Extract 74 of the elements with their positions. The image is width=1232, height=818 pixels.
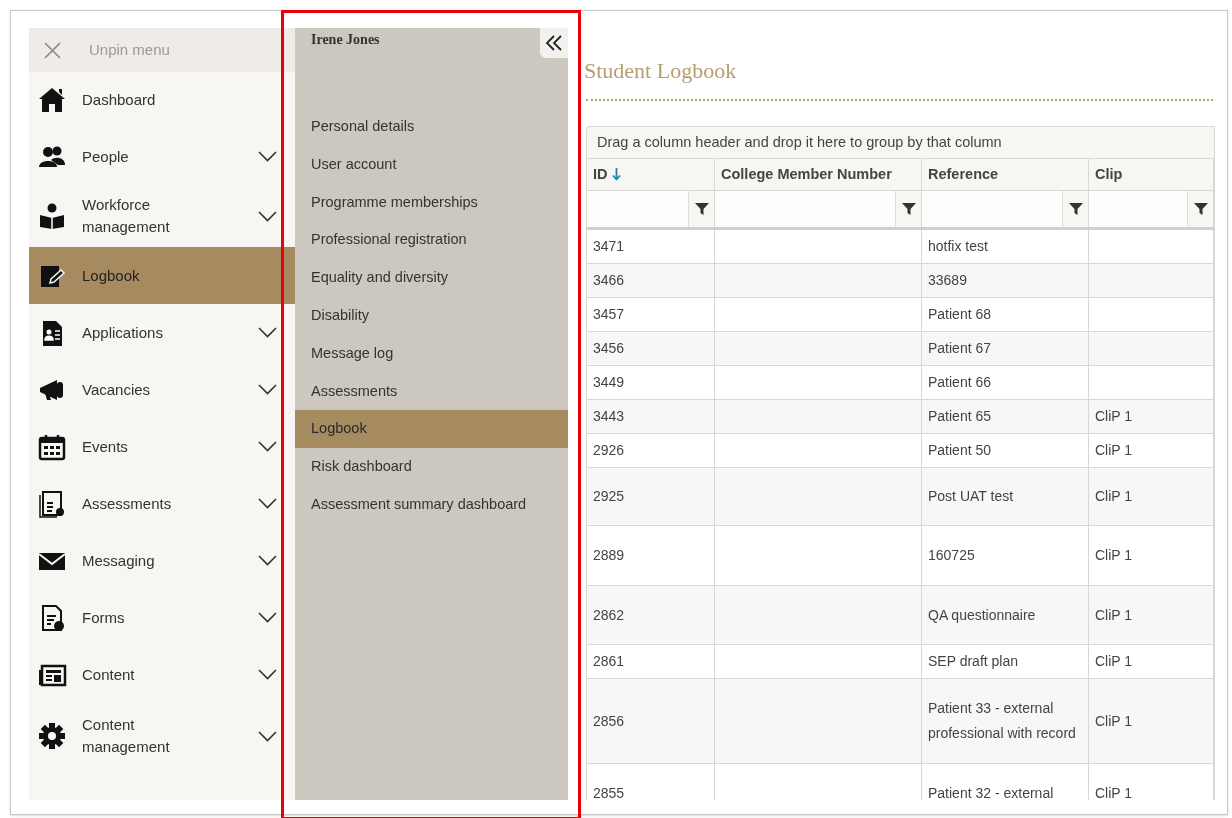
table-cell-text: CliP 1 bbox=[1095, 487, 1133, 506]
double-chevron-left-icon bbox=[545, 35, 563, 51]
filter-icon bbox=[901, 202, 916, 216]
table-cell-text: 3449 bbox=[593, 373, 625, 392]
submenu-item[interactable]: Personal details bbox=[295, 108, 568, 146]
table-cell-text: CliP 1 bbox=[1095, 605, 1133, 625]
table-cell-text: 2855 bbox=[593, 784, 625, 800]
table-cell-text: Patient 65 bbox=[928, 407, 992, 426]
home-icon bbox=[37, 85, 67, 115]
page-title: Student Logbook bbox=[584, 57, 738, 85]
table-cell-text: CliP 1 bbox=[1095, 546, 1133, 565]
submenu-item[interactable]: Risk dashboard bbox=[295, 448, 568, 486]
table-cell-text: 3466 bbox=[593, 271, 625, 290]
chevron-down-icon[interactable] bbox=[258, 498, 277, 509]
submenu-item[interactable]: Programme memberships bbox=[295, 183, 568, 222]
table-cell-text: SEP draft plan bbox=[928, 652, 1019, 671]
collapse-button[interactable] bbox=[540, 28, 568, 58]
settings-icon bbox=[37, 721, 67, 751]
table-cell-text: 3456 bbox=[593, 339, 625, 358]
submenu-item[interactable]: User account bbox=[295, 145, 568, 184]
graded-sheet-icon bbox=[37, 488, 67, 519]
table-cell-text: 3457 bbox=[593, 305, 625, 324]
table-cell-text: QA questionnaire bbox=[928, 605, 1036, 625]
table-cell-text: Post UAT test bbox=[928, 487, 1014, 506]
reader-icon bbox=[37, 201, 67, 231]
filter-icon bbox=[1193, 202, 1208, 216]
table-cell-text: CliP 1 bbox=[1095, 407, 1133, 426]
table-cell-text: 3471 bbox=[593, 237, 625, 256]
submenu-item[interactable]: Professional registration bbox=[295, 221, 568, 260]
chevron-down-icon[interactable] bbox=[258, 327, 277, 338]
table-cell-text: Patient 50 bbox=[928, 441, 992, 460]
chevron-down-icon[interactable] bbox=[258, 384, 277, 395]
table-cell-text: Patient 33 - external professional with record bbox=[928, 699, 1077, 743]
chevron-down-icon[interactable] bbox=[258, 730, 277, 742]
table-cell-text: hotfix test bbox=[928, 237, 988, 256]
table-cell-text: CliP 1 bbox=[1095, 784, 1133, 800]
filter-button[interactable] bbox=[895, 191, 921, 227]
table-cell-text: 2862 bbox=[593, 605, 625, 625]
table-cell-text: 2926 bbox=[593, 441, 625, 460]
submenu-item[interactable]: Equality and diversity bbox=[295, 259, 568, 297]
chevron-down-icon[interactable] bbox=[258, 441, 277, 452]
table-cell-text: 2889 bbox=[593, 546, 625, 565]
table-cell-text: CliP 1 bbox=[1095, 652, 1133, 671]
table-cell-text: 33689 bbox=[928, 271, 967, 290]
submenu-item[interactable]: Assessments bbox=[295, 372, 568, 411]
submenu-item[interactable]: Logbook bbox=[295, 410, 568, 449]
table-cell-text: Patient 32 - external bbox=[928, 784, 1054, 800]
chevron-down-icon[interactable] bbox=[258, 210, 277, 222]
table-cell-text: Patient 67 bbox=[928, 339, 992, 358]
filter-icon bbox=[694, 202, 709, 216]
submenu-item[interactable]: Assessment summary dashboard bbox=[295, 485, 568, 524]
chevron-down-icon[interactable] bbox=[258, 669, 277, 680]
table-cell-text: 2856 bbox=[593, 711, 625, 731]
group-by-panel: Drag a column header and drop it here to group by that column bbox=[586, 126, 1215, 159]
close-icon[interactable] bbox=[44, 41, 61, 59]
sidebar-item[interactable]: Logbook bbox=[29, 247, 295, 304]
table-cell-text: Patient 68 bbox=[928, 305, 992, 324]
filter-icon bbox=[1068, 202, 1083, 216]
submenu-item[interactable]: Message log bbox=[295, 334, 568, 373]
chevron-down-icon[interactable] bbox=[258, 151, 277, 162]
submenu-item[interactable]: Disability bbox=[295, 297, 568, 335]
table-cell-text: CliP 1 bbox=[1095, 711, 1133, 731]
filter-button[interactable] bbox=[1187, 191, 1213, 227]
user-name: Irene Jones bbox=[311, 32, 380, 47]
table-cell-text: CliP 1 bbox=[1095, 441, 1133, 460]
chevron-down-icon[interactable] bbox=[258, 555, 277, 566]
table-cell-text: 2925 bbox=[593, 487, 625, 506]
table-cell-text: 2861 bbox=[593, 652, 625, 671]
table-cell-text: 3443 bbox=[593, 407, 625, 426]
filter-button[interactable] bbox=[688, 191, 714, 227]
filter-button[interactable] bbox=[1062, 191, 1088, 227]
chevron-down-icon[interactable] bbox=[258, 612, 277, 623]
table-cell-text: 160725 bbox=[928, 546, 975, 565]
table-cell-text: Patient 66 bbox=[928, 373, 992, 392]
